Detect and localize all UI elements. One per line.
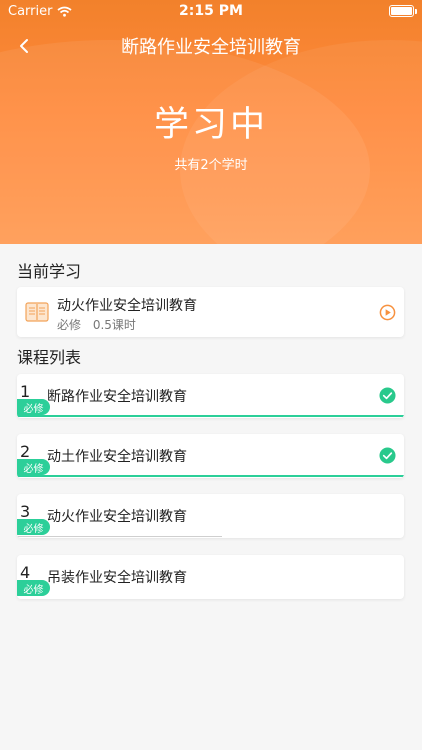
check-icon bbox=[379, 447, 396, 464]
progress-bar bbox=[17, 475, 404, 477]
current-course-card[interactable]: 动火作业安全培训教育 必修 0.5课时 bbox=[17, 287, 404, 337]
required-label: 必修 bbox=[57, 318, 82, 332]
required-badge: 必修 bbox=[17, 519, 50, 535]
course-name: 断路作业安全培训教育 bbox=[47, 389, 187, 405]
battery-icon bbox=[389, 5, 417, 17]
required-badge: 必修 bbox=[17, 459, 50, 475]
status-bar: Carrier 2:15 PM bbox=[0, 0, 422, 22]
progress-bar bbox=[17, 415, 404, 417]
page-title: 断路作业安全培训教育 bbox=[121, 37, 301, 58]
book-icon bbox=[25, 302, 49, 322]
course-item-3[interactable]: 3 动火作业安全培训教育 必修 bbox=[17, 494, 404, 538]
progress-bar bbox=[17, 536, 223, 537]
back-button[interactable] bbox=[8, 30, 40, 62]
course-item-2[interactable]: 2 动土作业安全培训教育 必修 bbox=[17, 434, 404, 478]
study-page: Carrier 2:15 PM 断路作业安全培训教育 学习中 共有2个学时 当前… bbox=[0, 0, 422, 750]
current-section-title: 当前学习 bbox=[17, 262, 82, 281]
clock: 2:15 PM bbox=[179, 3, 243, 19]
required-badge: 必修 bbox=[17, 580, 50, 596]
header-banner: Carrier 2:15 PM 断路作业安全培训教育 学习中 共有2个学时 bbox=[0, 0, 422, 244]
current-course-meta: 必修 0.5课时 bbox=[57, 316, 136, 333]
play-icon[interactable] bbox=[379, 304, 396, 321]
course-list-title: 课程列表 bbox=[17, 348, 82, 367]
course-name: 吊装作业安全培训教育 bbox=[47, 570, 187, 586]
course-item-1[interactable]: 1 断路作业安全培训教育 必修 bbox=[17, 374, 404, 418]
course-item-4[interactable]: 4 吊装作业安全培训教育 必修 bbox=[17, 555, 404, 599]
chevron-left-icon bbox=[20, 39, 28, 53]
study-status-title: 学习中 bbox=[153, 105, 268, 145]
course-name: 动土作业安全培训教育 bbox=[47, 449, 187, 465]
check-icon bbox=[379, 387, 396, 404]
nav-bar: 断路作业安全培训教育 bbox=[0, 30, 422, 62]
course-hours: 0.5课时 bbox=[92, 318, 136, 332]
total-hours-text: 共有2个学时 bbox=[174, 158, 248, 173]
current-course-title: 动火作业安全培训教育 bbox=[57, 298, 197, 314]
course-name: 动火作业安全培训教育 bbox=[47, 509, 187, 525]
required-badge: 必修 bbox=[17, 399, 50, 415]
